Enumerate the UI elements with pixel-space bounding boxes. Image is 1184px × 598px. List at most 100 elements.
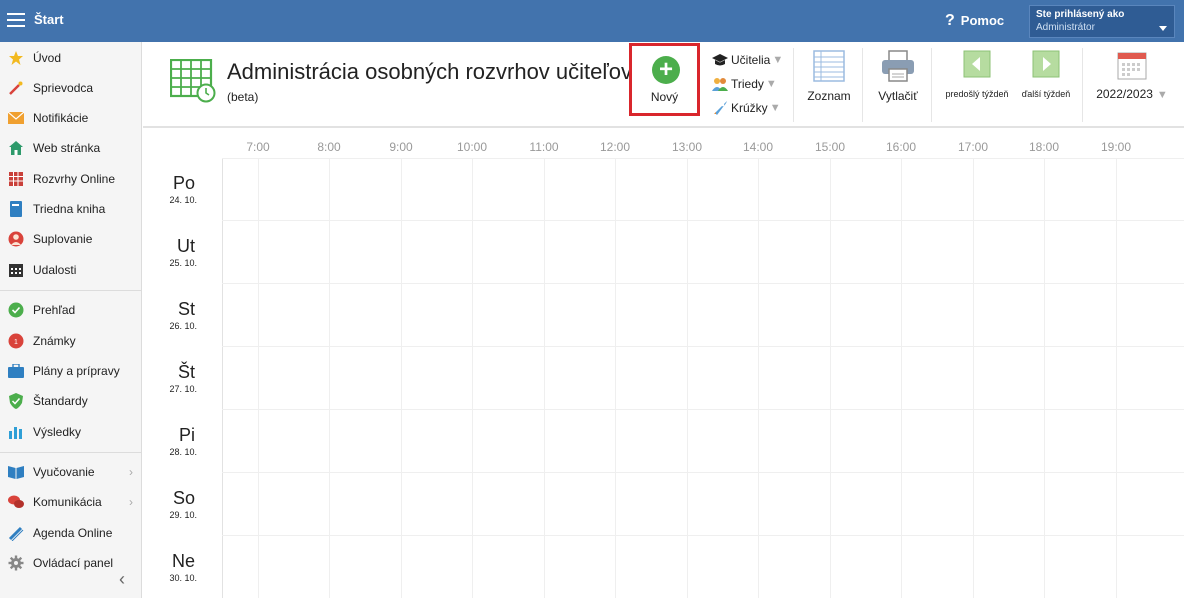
chevron-right-icon: › [129,495,133,509]
collapse-sidebar-chevron-left-icon[interactable]: ‹ [119,569,125,590]
grid-line [222,158,1184,159]
grid-line [1044,158,1045,598]
grid-line [615,158,616,598]
check-circle-icon [8,302,24,318]
help-icon: ? [945,12,955,29]
grid-line [222,283,1184,284]
sidebar-item-rozvrhy-online[interactable]: Rozvrhy Online [0,165,141,193]
hour-label: 19:00 [1100,140,1132,154]
grid-line [973,158,974,598]
list-button[interactable]: Zoznam [804,50,854,103]
sidebar-item-sprievodca[interactable]: Sprievodca [0,74,141,102]
sidebar-item-label: Sprievodca [33,81,94,95]
day-row-label: Št 27. 10. [143,362,221,394]
sidebar-item-label: Plány a prípravy [33,364,120,378]
sidebar-item-vyucovanie[interactable]: Vyučovanie › [0,458,141,486]
chevron-right-icon: › [129,465,133,479]
help-link[interactable]: ? Pomoc [945,12,1004,30]
list-icon [813,50,845,82]
hour-label: 17:00 [957,140,989,154]
dropdown-arrow-icon: ▼ [769,102,781,114]
grid-line [901,158,902,598]
grid-line [830,158,831,598]
sidebar-item-plany-a-pripravy[interactable]: Plány a prípravy [0,357,141,385]
hour-label: 10:00 [456,140,488,154]
clubs-filter[interactable]: Krúžky ▼ [712,98,792,118]
toolbar-divider [1082,48,1083,122]
sidebar-item-znamky[interactable]: 1 Známky [0,327,141,355]
sidebar-item-uvod[interactable]: Úvod [0,44,141,72]
toolbar-divider [931,48,932,122]
grid-line [222,535,1184,536]
hour-label: 18:00 [1028,140,1060,154]
plus-icon: + [652,56,680,84]
dropdown-arrow-icon: ▼ [772,54,784,66]
day-name: Ut [177,236,195,256]
grid-line [222,472,1184,473]
print-button-label: Vytlačiť [878,89,918,103]
user-login-label: Ste prihlásený ako [1036,9,1125,20]
user-menu[interactable]: Ste prihlásený ako Administrátor [1029,5,1175,38]
house-icon [8,140,24,156]
day-row-label: Po 24. 10. [143,173,221,205]
grid-line [687,158,688,598]
sidebar-item-label: Ovládací panel [33,556,114,570]
top-bar: Štart ? Pomoc Ste prihlásený ako Administ… [0,0,1184,42]
arrow-right-icon [1032,50,1060,78]
sidebar-item-label: Štandardy [33,394,88,408]
hour-label: 14:00 [742,140,774,154]
print-button[interactable]: Vytlačiť [873,50,923,103]
grid-line [758,158,759,598]
new-button[interactable]: + Nový [629,43,700,116]
students-icon [712,77,728,91]
classes-filter-label: Triedy [731,77,764,91]
start-link[interactable]: Štart [34,12,64,27]
grid-line [222,158,223,598]
day-name: Ne [171,551,195,571]
sidebar-item-standardy[interactable]: Štandardy [0,387,141,415]
sidebar-item-notifikacie[interactable]: Notifikácie [0,104,141,132]
day-row-label: So 29. 10. [143,488,221,520]
previous-week-label: predošlý týždeň [945,89,1009,99]
day-name: Po [172,173,195,193]
user-role: Administrátor [1036,22,1095,33]
sidebar-item-udalosti[interactable]: Udalosti [0,256,141,284]
school-year-label: 2022/2023 [1096,87,1153,101]
sidebar-item-komunikacia[interactable]: Komunikácia › [0,488,141,516]
sidebar-item-label: Agenda Online [33,526,113,540]
previous-week-button[interactable]: predošlý týždeň [942,50,1012,99]
calendar-icon [8,262,24,278]
grid-line [258,158,259,598]
hamburger-menu-icon[interactable] [7,13,25,27]
teachers-filter[interactable]: Učitelia ▼ [712,50,792,70]
sidebar-item-label: Známky [33,334,76,348]
timetable-clock-icon [169,58,216,108]
day-date: 30. 10. [169,573,197,583]
envelope-icon [8,110,24,126]
sidebar-item-prehlad[interactable]: Prehľad [0,296,141,324]
page-header: Administrácia osobných rozvrhov učiteľov… [143,42,1184,128]
hour-label: 13:00 [671,140,703,154]
hour-label: 7:00 [246,140,270,154]
sidebar-item-triedna-kniha[interactable]: Triedna kniha [0,195,141,223]
grid-line [329,158,330,598]
next-week-button[interactable]: ďalší týždeň [1014,50,1078,99]
sidebar-item-agenda-online[interactable]: Agenda Online [0,519,141,547]
sidebar-item-label: Komunikácia [33,495,102,509]
school-year-selector[interactable]: 2022/2023 ▼ [1090,50,1174,101]
sidebar-item-web-stranka[interactable]: Web stránka [0,134,141,162]
classes-filter[interactable]: Triedy ▼ [712,74,792,94]
sidebar-item-suplovanie[interactable]: Suplovanie [0,225,141,253]
sidebar-item-vysledky[interactable]: Výsledky [0,418,141,446]
day-name: Št [177,362,195,382]
person-icon [8,231,24,247]
sidebar-item-label: Rozvrhy Online [33,172,116,186]
hour-label: 12:00 [599,140,631,154]
day-date: 25. 10. [169,258,197,268]
grid-line [1116,158,1117,598]
rocket-icon [712,101,728,115]
magic-wand-icon [8,80,24,96]
sidebar-item-label: Prehľad [33,303,76,317]
day-row-label: Ut 25. 10. [143,236,221,268]
dropdown-arrow-icon: ▼ [1156,89,1168,101]
